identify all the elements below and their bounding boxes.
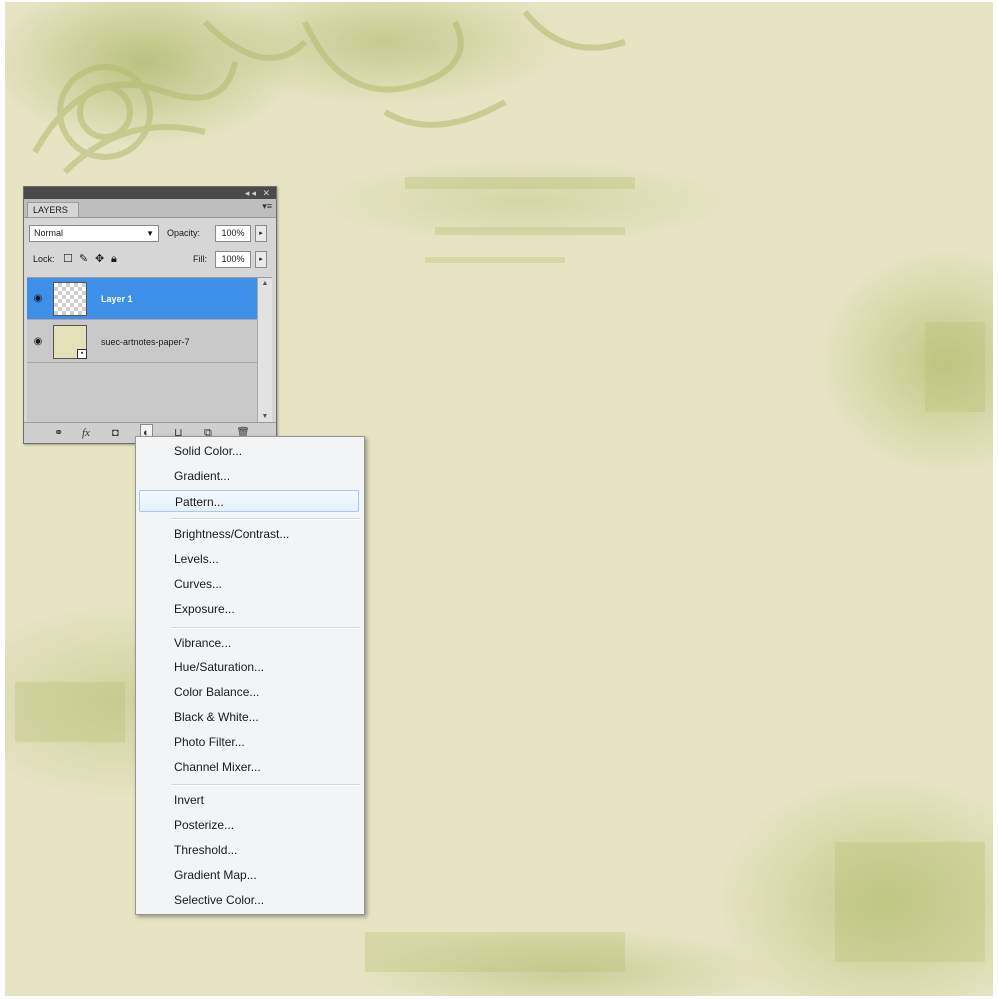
menu-item-brightness-contrast[interactable]: Brightness/Contrast... [139, 523, 359, 545]
lock-image-icon[interactable]: ✎ [79, 251, 88, 268]
blend-mode-value: Normal [34, 228, 64, 238]
layer-name: Layer 1 [101, 294, 133, 304]
scroll-up-icon[interactable]: ▲ [258, 280, 272, 287]
chevron-down-icon: ▼ [146, 229, 154, 238]
link-icon[interactable]: ⚭ [54, 425, 63, 441]
layer-row-paper[interactable]: ◉ ▪ suec-artnotes-paper-7 [27, 321, 257, 363]
lock-all-icon[interactable]: 🔒︎ [111, 251, 117, 268]
layer-row-layer-1[interactable]: ◉ Layer 1 [27, 278, 257, 320]
fill-slider-toggle[interactable]: ▸ [255, 251, 267, 268]
menu-item-photo-filter[interactable]: Photo Filter... [139, 731, 359, 753]
menu-item-levels[interactable]: Levels... [139, 548, 359, 570]
scroll-down-icon[interactable]: ▼ [258, 413, 272, 420]
fill-label: Fill: [193, 254, 207, 264]
layer-thumbnail [53, 282, 87, 316]
lock-fill-row: Lock: ☐ ✎ ✥ 🔒︎ Fill: 100% ▸ [29, 251, 271, 271]
eye-icon[interactable]: ◉ [31, 292, 45, 306]
smart-object-icon: ▪ [77, 349, 87, 359]
opacity-label: Opacity: [167, 228, 201, 238]
menu-item-solid-color[interactable]: Solid Color... [139, 440, 359, 462]
lock-position-icon[interactable]: ✥ [95, 251, 104, 268]
panel-tab-row: LAYERS ▾≡ [24, 199, 276, 218]
layer-thumbnail: ▪ [53, 325, 87, 359]
menu-item-channel-mixer[interactable]: Channel Mixer... [139, 756, 359, 778]
lock-label: Lock: [33, 254, 55, 264]
lock-transparent-icon[interactable]: ☐ [63, 251, 73, 268]
eye-icon[interactable]: ◉ [31, 335, 45, 349]
blend-mode-select[interactable]: Normal ▼ [29, 225, 159, 242]
menu-item-threshold[interactable]: Threshold... [139, 839, 359, 861]
menu-separator [171, 784, 360, 787]
opacity-input[interactable]: 100% [215, 225, 251, 242]
panel-menu-icon[interactable]: ▾≡ [262, 201, 272, 212]
document-canvas[interactable]: ◂◂ ✕ LAYERS ▾≡ Normal ▼ Opacity: 100% ▸ … [5, 2, 993, 996]
mask-icon[interactable]: ◘ [112, 425, 119, 441]
tab-layers[interactable]: LAYERS [27, 202, 79, 217]
layer-list: ◉ Layer 1 ◉ ▪ suec-artnotes-paper-7 ▲ ▼ [27, 277, 272, 422]
adjustment-layer-menu: Solid Color... Gradient... Pattern... Brigh… [135, 436, 365, 915]
fill-input[interactable]: 100% [215, 251, 251, 268]
menu-item-hue-saturation[interactable]: Hue/Saturation... [139, 656, 359, 678]
menu-item-curves[interactable]: Curves... [139, 573, 359, 595]
menu-item-exposure[interactable]: Exposure... [139, 598, 359, 620]
menu-item-gradient-map[interactable]: Gradient Map... [139, 864, 359, 886]
menu-item-gradient[interactable]: Gradient... [139, 465, 359, 487]
layer-list-scrollbar[interactable]: ▲ ▼ [257, 278, 272, 422]
blend-opacity-row: Normal ▼ Opacity: 100% ▸ [29, 223, 271, 243]
menu-separator [171, 518, 360, 521]
menu-separator [171, 626, 360, 629]
layers-panel: ◂◂ ✕ LAYERS ▾≡ Normal ▼ Opacity: 100% ▸ … [23, 186, 277, 444]
menu-item-posterize[interactable]: Posterize... [139, 814, 359, 836]
opacity-slider-toggle[interactable]: ▸ [255, 225, 267, 242]
layer-name: suec-artnotes-paper-7 [101, 337, 190, 347]
panel-window-controls[interactable]: ◂◂ ✕ [245, 187, 272, 199]
menu-item-selective-color[interactable]: Selective Color... [139, 889, 359, 911]
menu-item-pattern[interactable]: Pattern... [139, 489, 359, 512]
menu-item-black-white[interactable]: Black & White... [139, 706, 359, 728]
menu-item-color-balance[interactable]: Color Balance... [139, 681, 359, 703]
fx-icon[interactable]: fx [82, 425, 90, 441]
menu-item-vibrance[interactable]: Vibrance... [139, 632, 359, 654]
panel-titlebar[interactable]: ◂◂ ✕ [24, 187, 276, 199]
menu-item-invert[interactable]: Invert [139, 789, 359, 811]
